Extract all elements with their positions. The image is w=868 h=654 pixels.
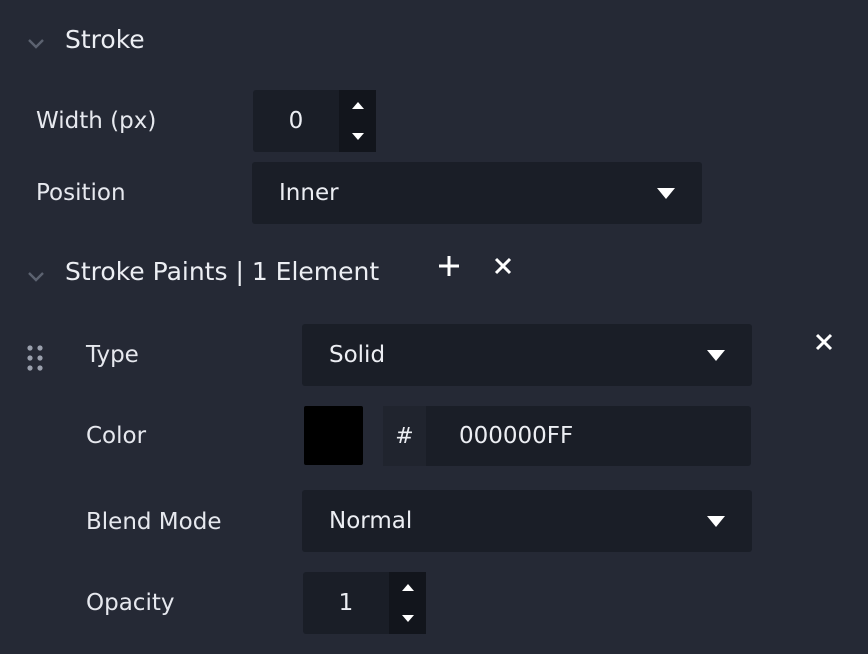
- type-label: Type: [86, 342, 139, 368]
- dropdown-arrow-icon: [707, 350, 725, 361]
- blend-mode-select[interactable]: Normal: [302, 490, 752, 552]
- width-number-input[interactable]: 0: [253, 90, 376, 152]
- width-decrement-button[interactable]: [339, 121, 376, 152]
- plus-icon[interactable]: [437, 254, 461, 278]
- type-select-value: Solid: [329, 342, 386, 368]
- opacity-decrement-button[interactable]: [389, 603, 426, 634]
- position-select-value: Inner: [279, 180, 339, 206]
- position-select[interactable]: Inner: [252, 162, 702, 224]
- dropdown-arrow-icon: [707, 516, 725, 527]
- position-label: Position: [36, 180, 126, 206]
- paint-item: Type Solid Color # 000000FF Blend Mode N…: [0, 300, 868, 654]
- chevron-down-icon: [28, 272, 44, 282]
- opacity-stepper[interactable]: [389, 572, 426, 634]
- color-hex-input[interactable]: # 000000FF: [383, 406, 751, 466]
- stroke-paints-title: Stroke Paints | 1 Element: [65, 257, 380, 286]
- color-hex-value[interactable]: 000000FF: [459, 423, 573, 449]
- drag-handle-icon[interactable]: [26, 344, 44, 372]
- color-label: Color: [86, 423, 147, 449]
- caret-up-icon: [351, 102, 364, 109]
- dropdown-arrow-icon: [657, 188, 675, 199]
- width-label: Width (px): [36, 108, 157, 134]
- color-hash-text: #: [395, 423, 414, 449]
- remove-paint-close-icon[interactable]: [814, 332, 834, 352]
- caret-down-icon: [401, 615, 414, 622]
- opacity-label: Opacity: [86, 590, 175, 616]
- stroke-paints-section-header[interactable]: Stroke Paints | 1 Element: [26, 256, 380, 292]
- close-icon[interactable]: [493, 256, 513, 276]
- opacity-number-input[interactable]: 1: [303, 572, 426, 634]
- blend-mode-label: Blend Mode: [86, 509, 222, 535]
- opacity-increment-button[interactable]: [389, 572, 426, 603]
- blend-mode-select-value: Normal: [329, 508, 413, 534]
- color-hash-prefix: #: [383, 406, 426, 466]
- width-increment-button[interactable]: [339, 90, 376, 121]
- width-stepper[interactable]: [339, 90, 376, 152]
- chevron-down-icon: [28, 39, 44, 49]
- opacity-value[interactable]: 1: [303, 572, 389, 634]
- caret-up-icon: [401, 584, 414, 591]
- stroke-section-title: Stroke: [65, 25, 145, 54]
- caret-down-icon: [351, 133, 364, 140]
- width-value[interactable]: 0: [253, 90, 339, 152]
- stroke-section-header[interactable]: Stroke: [26, 24, 166, 60]
- type-select[interactable]: Solid: [302, 324, 752, 386]
- color-swatch[interactable]: [304, 406, 363, 465]
